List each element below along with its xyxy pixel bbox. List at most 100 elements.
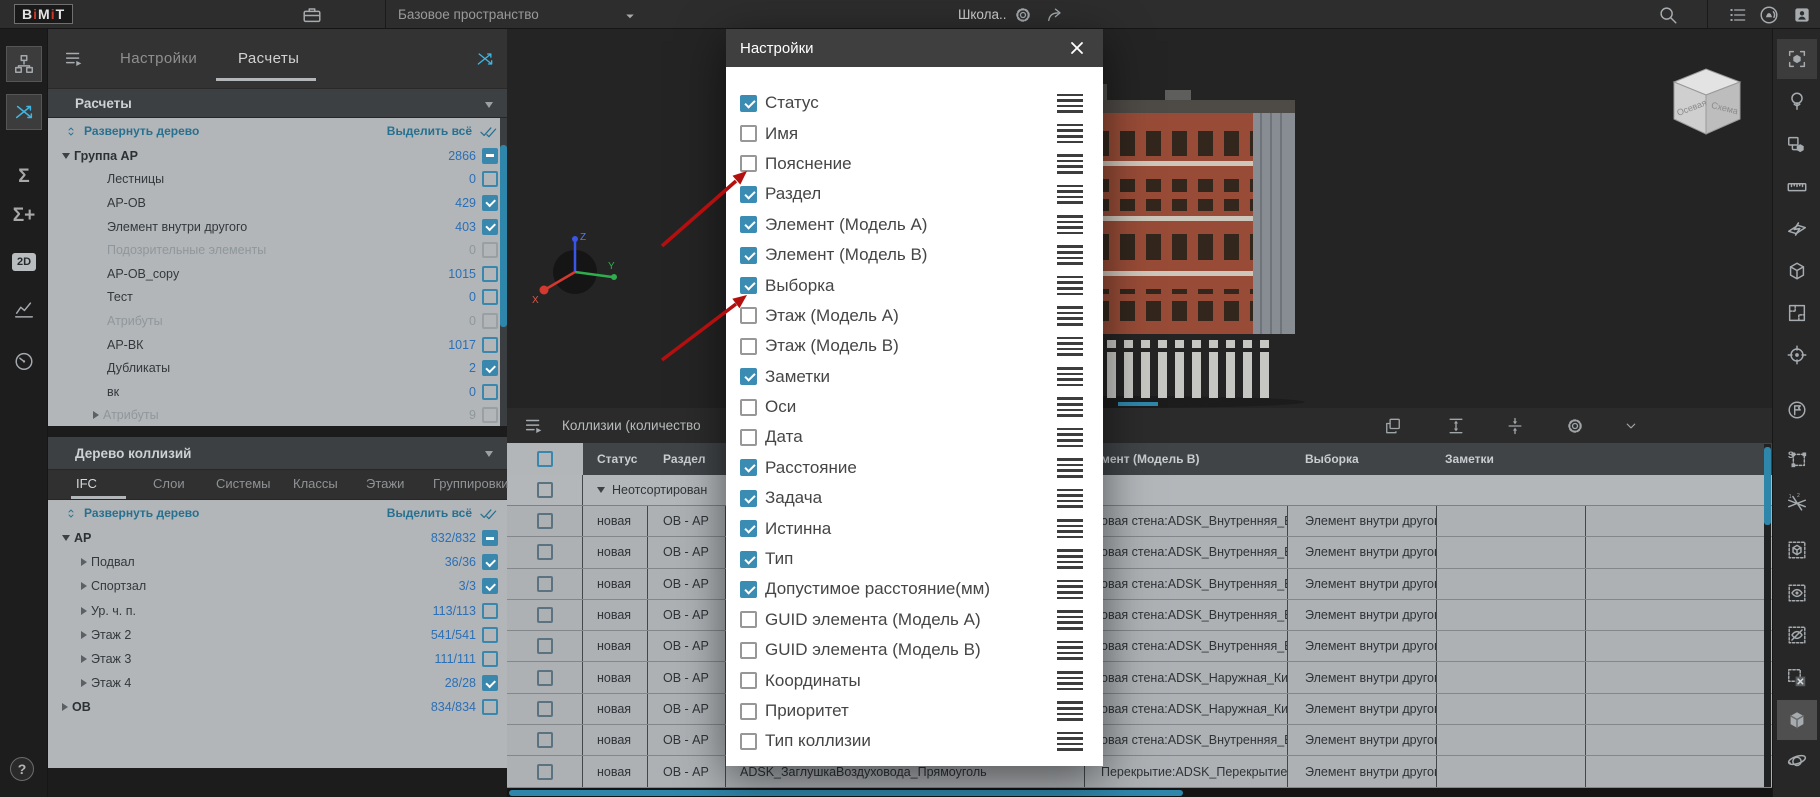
caret-right-icon[interactable] — [81, 655, 87, 663]
tree-checkbox[interactable] — [482, 360, 498, 376]
rail-shaded-mode[interactable] — [1777, 700, 1817, 740]
expand-rows-icon[interactable] — [1444, 414, 1468, 438]
axis-gizmo[interactable]: X Y Z — [530, 227, 620, 317]
column-checkbox[interactable] — [740, 155, 757, 172]
workspace-selector[interactable]: Базовое пространство — [398, 0, 539, 29]
tree-item[interactable]: АР-ВК1017 — [48, 333, 507, 357]
modal-column-row[interactable]: Выборка — [726, 270, 1103, 300]
tree-item[interactable]: Подвал36/36 — [48, 550, 507, 574]
panel-menu-icon[interactable] — [522, 414, 546, 438]
tree-checkbox[interactable] — [482, 651, 498, 667]
modal-column-row[interactable]: Элемент (Модель B) — [726, 240, 1103, 270]
rail-isolate-elements[interactable] — [1777, 125, 1817, 165]
column-checkbox[interactable] — [740, 216, 757, 233]
rail-gauge-tool[interactable] — [6, 343, 42, 379]
rail-grids-axes[interactable]: 12 — [1777, 483, 1817, 523]
collision-row[interactable]: новаяОВ - АРADSK_ЗаглушкаВоздуховода_Пря… — [507, 756, 1772, 787]
row-checkbox[interactable] — [537, 576, 553, 592]
drag-handle-icon[interactable] — [1057, 424, 1083, 451]
scrollbar-thumb[interactable] — [509, 790, 1183, 796]
drag-handle-icon[interactable] — [1057, 576, 1083, 603]
row-checkbox[interactable] — [537, 764, 553, 780]
row-checkbox[interactable] — [537, 482, 553, 498]
collision-row[interactable]: новаяОВ - АРовая стена:ADSK_Внутренняя_Б… — [507, 506, 1772, 537]
drag-handle-icon[interactable] — [1057, 545, 1083, 572]
rail-orbit-mode[interactable] — [1777, 740, 1817, 780]
collapse-rows-icon[interactable] — [1503, 414, 1527, 438]
panel-resize-indicator[interactable] — [1118, 402, 1158, 406]
select-all-button[interactable]: Выделить всё — [387, 506, 472, 520]
column-checkbox[interactable] — [740, 733, 757, 750]
tree-checkbox[interactable] — [482, 337, 498, 353]
briefcase-icon[interactable] — [300, 3, 324, 27]
search-icon[interactable] — [1656, 3, 1680, 27]
column-checkbox[interactable] — [740, 520, 757, 537]
tree-item[interactable]: Атрибуты9 — [48, 404, 507, 426]
tab-этажи[interactable]: Этажи — [366, 470, 404, 500]
caret-right-icon[interactable] — [81, 582, 87, 590]
modal-column-row[interactable]: Задача — [726, 483, 1103, 513]
modal-column-row[interactable]: Заметки — [726, 362, 1103, 392]
tree-checkbox[interactable] — [482, 171, 498, 187]
tree-item[interactable]: Спортзал3/3 — [48, 574, 507, 598]
row-checkbox[interactable] — [537, 732, 553, 748]
share-icon[interactable] — [1043, 3, 1067, 27]
drag-handle-icon[interactable] — [1057, 181, 1083, 208]
modal-header[interactable]: Настройки — [726, 29, 1103, 67]
drag-handle-icon[interactable] — [1057, 272, 1083, 299]
tree-item[interactable]: Этаж 2541/541 — [48, 623, 507, 647]
row-checkbox[interactable] — [537, 638, 553, 654]
modal-column-row[interactable]: Этаж (Модель B) — [726, 331, 1103, 361]
tree-checkbox[interactable] — [482, 266, 498, 282]
tree-checkbox[interactable] — [482, 195, 498, 211]
tab-группировки[interactable]: Группировки — [433, 470, 509, 500]
rail-section-plane[interactable] — [1777, 209, 1817, 249]
rail-collisions-tool[interactable] — [6, 94, 42, 130]
modal-column-row[interactable]: Истинна — [726, 513, 1103, 543]
section-header[interactable]: Расчеты — [48, 88, 507, 118]
select-all-button[interactable]: Выделить всё — [387, 124, 472, 138]
tree-item[interactable]: Лестницы0 — [48, 168, 507, 192]
row-checkbox[interactable] — [537, 513, 553, 529]
tree-item[interactable]: вк0 — [48, 380, 507, 404]
caret-right-icon[interactable] — [81, 679, 87, 687]
column-header-selection[interactable]: Выборка — [1288, 443, 1437, 475]
row-checkbox[interactable] — [537, 544, 553, 560]
tree-checkbox[interactable] — [482, 675, 498, 691]
column-checkbox[interactable] — [740, 368, 757, 385]
drag-handle-icon[interactable] — [1057, 728, 1083, 755]
tree-item[interactable]: Атрибуты0 — [48, 309, 507, 333]
rail-floor-plan[interactable] — [1777, 293, 1817, 333]
collision-icon[interactable] — [473, 47, 497, 71]
column-header-section[interactable]: Раздел — [648, 443, 726, 475]
column-checkbox[interactable] — [740, 125, 757, 142]
tab-системы[interactable]: Системы — [216, 470, 270, 500]
horizontal-scrollbar[interactable] — [507, 788, 1772, 797]
column-checkbox[interactable] — [740, 672, 757, 689]
tab-слои[interactable]: Слои — [153, 470, 185, 500]
scrollbar-thumb[interactable] — [500, 145, 507, 327]
column-header-elem_b[interactable]: мент (Модель B) — [1085, 443, 1288, 475]
help-button[interactable]: ? — [10, 757, 34, 781]
tree-item[interactable]: АР-ОВ429 — [48, 191, 507, 215]
tree-checkbox[interactable] — [482, 313, 498, 329]
row-checkbox[interactable] — [537, 701, 553, 717]
row-checkbox[interactable] — [537, 607, 553, 623]
tree-checkbox[interactable] — [482, 530, 498, 546]
column-checkbox[interactable] — [740, 95, 757, 112]
tree-checkbox[interactable] — [482, 289, 498, 305]
gear-icon[interactable] — [1011, 3, 1035, 27]
modal-column-row[interactable]: Имя — [726, 118, 1103, 148]
expand-tree-button[interactable]: Развернуть дерево — [84, 124, 199, 138]
account-avatar[interactable] — [1790, 3, 1814, 27]
rail-structure-tool[interactable] — [6, 46, 42, 82]
column-checkbox[interactable] — [740, 429, 757, 446]
double-check-icon[interactable] — [478, 123, 498, 139]
collision-row[interactable]: новаяОВ - АРовая стена:ADSK_Внутренняя_Б… — [507, 569, 1772, 600]
collision-row[interactable]: новаяОВ - АРовая стена:ADSK_Внутренняя_Б… — [507, 725, 1772, 756]
tree-item[interactable]: АР832/832 — [48, 526, 507, 550]
modal-column-row[interactable]: Дата — [726, 422, 1103, 452]
drag-handle-icon[interactable] — [1057, 485, 1083, 512]
modal-column-row[interactable]: Раздел — [726, 179, 1103, 209]
caret-right-icon[interactable] — [93, 411, 99, 419]
